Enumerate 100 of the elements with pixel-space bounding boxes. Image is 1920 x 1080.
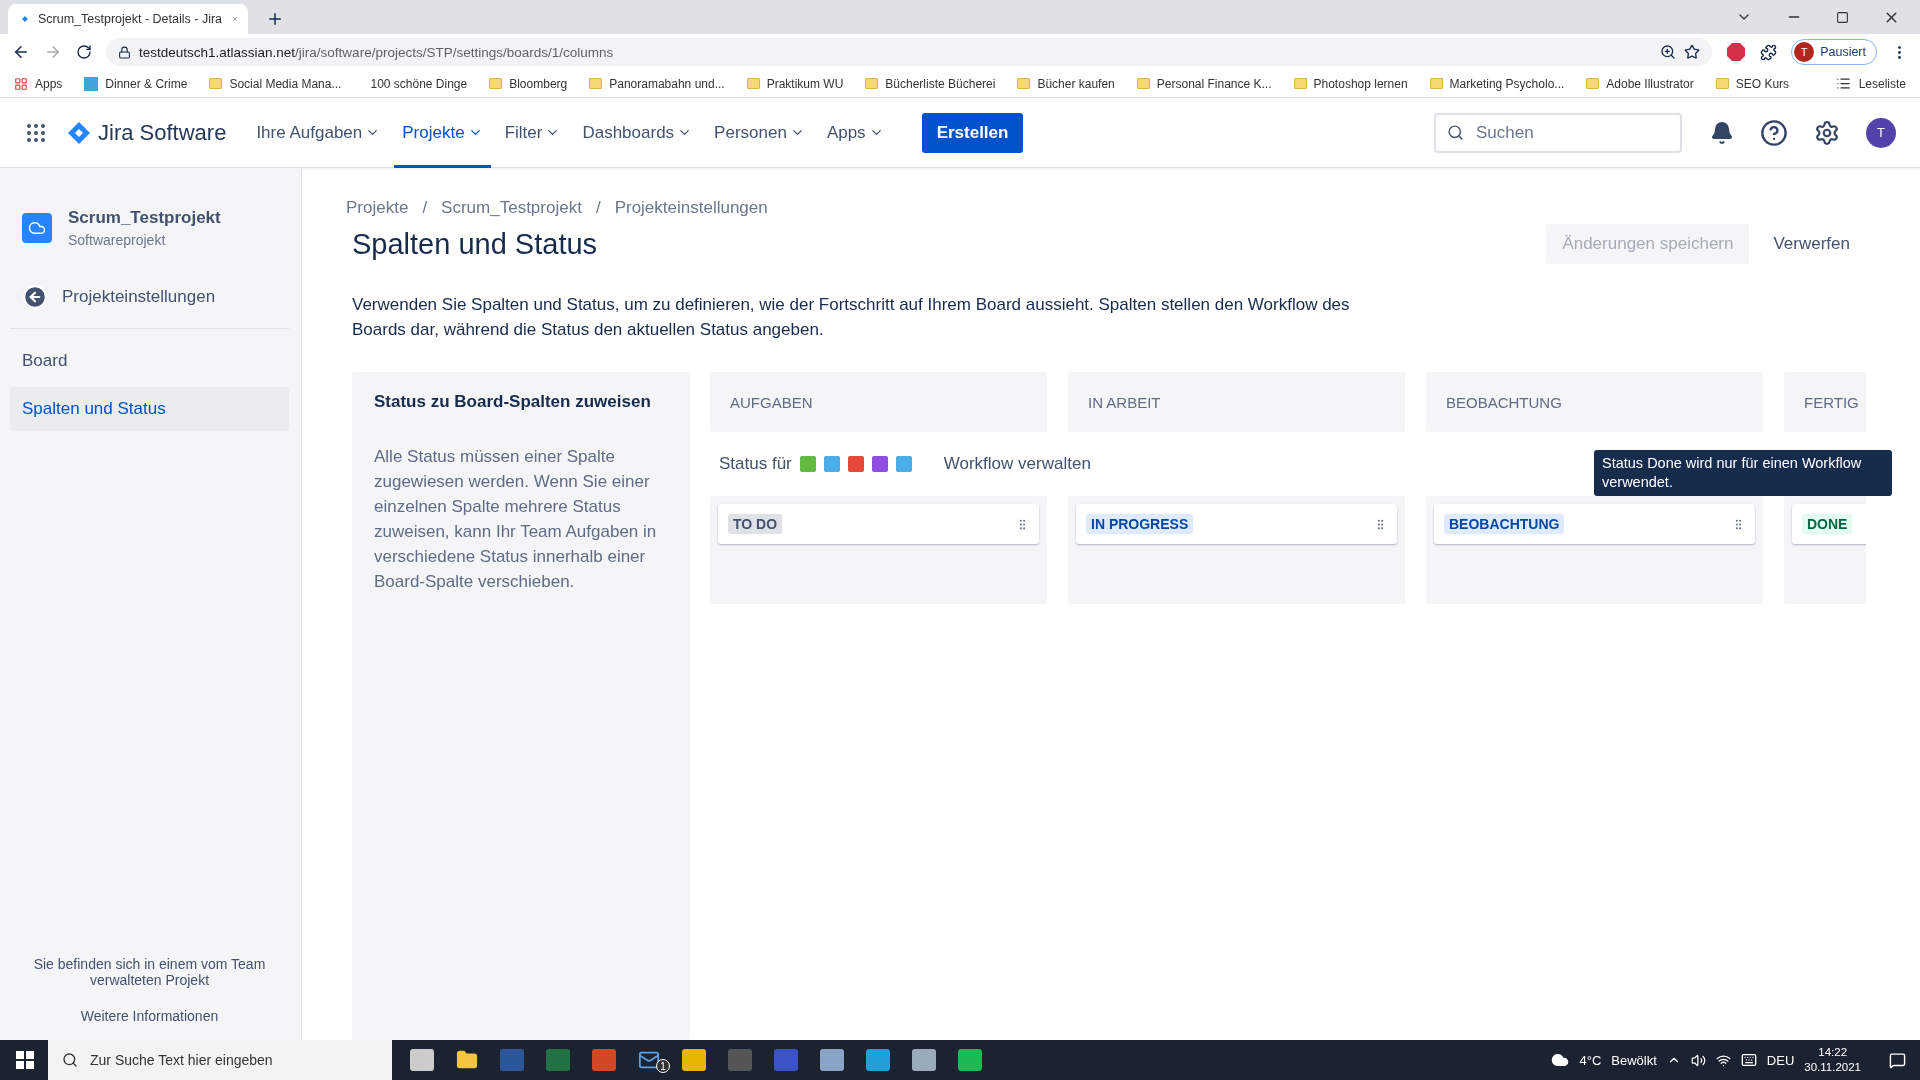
- bookmark[interactable]: Panoramabahn und...: [589, 76, 725, 91]
- volume-icon[interactable]: [1690, 1052, 1706, 1068]
- folder-icon: [1293, 78, 1307, 89]
- search-field[interactable]: Suchen: [1434, 112, 1682, 153]
- more-info-link[interactable]: Weitere Informationen: [10, 1008, 289, 1024]
- search-icon: [1447, 123, 1464, 141]
- discard-button[interactable]: Verwerfen: [1757, 224, 1866, 264]
- reading-list-icon: [1835, 76, 1851, 91]
- bookmark[interactable]: Photoshop lernen: [1293, 76, 1408, 91]
- column-header[interactable]: FERTIG: [1784, 372, 1866, 432]
- address-bar[interactable]: testdeutsch1.atlassian.net/jira/software/projects/STP/settings/boards/1/columns: [106, 38, 1713, 66]
- help-icon[interactable]: [1760, 118, 1788, 147]
- notifications-icon[interactable]: [1710, 120, 1734, 145]
- folder-icon: [489, 78, 503, 89]
- footer-text: Sie befinden sich in einem vom Team verwalteten Projekt: [32, 956, 267, 988]
- nav-item[interactable]: Ihre Aufgaben: [248, 97, 389, 168]
- folder-icon: [589, 78, 603, 89]
- temperature: 4°C: [1579, 1052, 1602, 1068]
- bookmark[interactable]: Bloomberg: [489, 76, 568, 91]
- page-title: Spalten und Status: [351, 227, 599, 261]
- bookmark[interactable]: Personal Finance K...: [1136, 76, 1272, 91]
- description: Verwenden Sie Spalten und Status, um zu definieren, wie der Fortschritt auf Ihrem Board aussieht. Spalten stellen den Workflow des Boards dar, während die Status den aktuellen Status angeben.: [352, 294, 1351, 341]
- reload-icon[interactable]: [76, 44, 92, 60]
- breadcrumb-separator: /: [422, 198, 428, 218]
- folder-icon: [209, 78, 223, 89]
- project-name: Scrum_Testprojekt: [68, 208, 221, 228]
- sidebar-heading: Board: [21, 350, 69, 372]
- restore-icon[interactable]: [1836, 10, 1849, 24]
- sidebar-item[interactable]: Spalten und Status: [10, 387, 289, 431]
- bookmark[interactable]: Bücherliste Bücherei: [865, 76, 996, 91]
- bookmark[interactable]: Bücher kaufen: [1017, 76, 1115, 91]
- nav-item[interactable]: Personen: [706, 97, 813, 168]
- bookmark[interactable]: Adobe Illustrator: [1586, 76, 1694, 91]
- workflow-link[interactable]: Workflow verwalten: [943, 454, 1091, 474]
- jira-logo[interactable]: Jira Software: [68, 119, 227, 146]
- zoom-icon[interactable]: [1660, 44, 1677, 60]
- windows-start-icon[interactable]: [16, 1051, 34, 1069]
- bookmark[interactable]: Social Media Mana...: [209, 76, 342, 91]
- panel-text: Alle Status müssen einer Spalte zugewiesen werden. Wenn Sie einer einzelnen Spalte mehrere Status zuweisen, kann Ihr Team Aufgaben in verschiedene Status innerhalb einer Board-Spalte verschieben.: [374, 446, 658, 593]
- taskbar-search-field[interactable]: Zur Suche Text hier eingeben: [48, 1040, 392, 1080]
- breadcrumb[interactable]: Scrum_Testprojekt: [441, 198, 582, 218]
- reading-list[interactable]: Leseliste: [1858, 76, 1906, 91]
- nav-item[interactable]: Projekte: [394, 97, 491, 168]
- column-header[interactable]: IN ARBEIT: [1068, 372, 1405, 432]
- breadcrumb[interactable]: Projekte: [346, 198, 409, 218]
- breadcrumb-separator: /: [595, 198, 601, 218]
- status-lozenge: TO DO: [728, 514, 783, 534]
- status-lozenge: IN PROGRESS: [1086, 514, 1194, 534]
- keyboard-icon[interactable]: [1740, 1052, 1757, 1068]
- create-button[interactable]: Erstellen: [921, 112, 1024, 153]
- browser-tab[interactable]: Scrum_Testprojekt - Details - Jira: [8, 4, 248, 34]
- status-lozenge: DONE: [1802, 514, 1853, 534]
- user-avatar[interactable]: T: [1866, 117, 1896, 148]
- mail-badge: 1: [656, 1059, 670, 1073]
- bookmark[interactable]: Marketing Psycholo...: [1429, 76, 1565, 91]
- settings-icon[interactable]: [1814, 119, 1840, 146]
- status-for-label: Status für: [719, 454, 792, 474]
- bookmark[interactable]: 100 schöne Dinge: [363, 76, 468, 91]
- status-card[interactable]: TO DO: [718, 504, 1039, 544]
- column-header[interactable]: BEOBACHTUNG: [1426, 372, 1763, 432]
- project-type: Softwareprojekt: [68, 232, 167, 248]
- status-card[interactable]: BEOBACHTUNG: [1434, 504, 1755, 544]
- folder-icon: [746, 78, 760, 89]
- bookmark[interactable]: SEO Kurs: [1715, 76, 1790, 91]
- bookmark-star-icon[interactable]: [1684, 44, 1701, 60]
- status-lozenge: BEOBACHTUNG: [1444, 514, 1565, 534]
- project-icon: [22, 213, 52, 243]
- back-link[interactable]: Projekteinstellungen: [10, 276, 289, 329]
- column-header[interactable]: AUFGABEN: [710, 372, 1047, 432]
- apps-icon: [14, 76, 28, 91]
- mail-icon[interactable]: [638, 1049, 660, 1071]
- lock-icon: [118, 45, 131, 59]
- notifications-icon[interactable]: [1889, 1051, 1906, 1069]
- extensions-icon[interactable]: [1760, 43, 1778, 61]
- bookmark[interactable]: Dinner & Crime: [84, 76, 188, 91]
- search-icon: [62, 1052, 78, 1068]
- folder-icon: [1136, 78, 1150, 89]
- folder-icon[interactable]: [456, 1049, 478, 1071]
- folder-icon: [1429, 78, 1443, 89]
- bookmark[interactable]: Praktikum WU: [746, 76, 844, 91]
- nav-item[interactable]: Dashboards: [574, 97, 701, 168]
- folder-icon: [1586, 78, 1600, 89]
- nav-item[interactable]: Filter: [496, 97, 569, 168]
- weather: Bewölkt: [1611, 1052, 1657, 1068]
- weather-icon: [1551, 1051, 1570, 1069]
- status-card[interactable]: DONE: [1792, 504, 1866, 544]
- panel-title: Status zu Board-Spalten zuweisen: [374, 392, 652, 412]
- back-icon[interactable]: [12, 43, 30, 61]
- breadcrumb[interactable]: Projekteinstellungen: [614, 198, 768, 218]
- folder-icon: [1017, 78, 1031, 89]
- new-tab-icon[interactable]: [266, 10, 284, 28]
- language[interactable]: DEU: [1766, 1052, 1795, 1068]
- nav-item[interactable]: Apps: [818, 97, 892, 168]
- folder-icon: [865, 78, 879, 89]
- tooltip: Status Done wird nur für einen Workflow verwendet.: [1594, 450, 1892, 496]
- status-card[interactable]: IN PROGRESS: [1076, 504, 1397, 544]
- folder-icon: [1715, 78, 1729, 89]
- network-icon[interactable]: [1715, 1052, 1731, 1068]
- bookmark[interactable]: Apps: [14, 76, 63, 91]
- clock[interactable]: 14:22 30.11.2021: [1804, 1045, 1861, 1075]
